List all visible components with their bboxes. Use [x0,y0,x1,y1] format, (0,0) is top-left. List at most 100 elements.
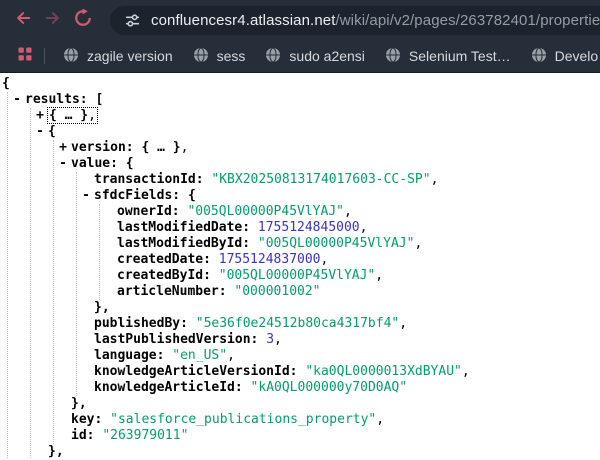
json-string-value: "salesforce_publications_property" [110,412,376,427]
bookmark-selenium-test[interactable]: Selenium Test… [375,43,521,69]
json-number-value: 3 [266,332,274,347]
json-colon: : [219,284,235,299]
bookmark-label: zagile version [87,48,173,64]
json-colon: : [94,412,110,427]
json-children: transactionId: "KBX20250813174017603-CC-… [76,172,600,396]
json-colon: : [172,188,188,203]
reload-button[interactable] [68,5,98,35]
globe-icon [531,47,547,66]
url-bar[interactable]: confluencesr4.atlassian.net/wiki/api/v2/… [110,6,600,35]
json-colon: : [251,332,267,347]
json-close-brace: }, [48,444,64,459]
json-open-brace: { [126,156,134,171]
json-line: knowledgeArticleVersionId: "ka0QL0000013… [94,364,600,380]
json-open-brace: { [48,124,56,139]
json-comma: , [431,172,439,187]
json-string-value: "en_US" [172,348,227,363]
bookmark-label: sudo a2ensi [289,48,365,64]
json-string-value: "263979011" [102,428,188,443]
json-root: {-results: [+{ … },-{+version: { … },-va… [2,76,600,459]
bookmark-sudo-a2ensi[interactable]: sudo a2ensi [255,43,375,69]
json-string-value: "KBX20250813174017603-CC-SP" [211,172,430,187]
json-key: createdById [117,268,203,283]
collapse-toggle[interactable]: - [57,156,69,172]
json-colon: : [180,316,196,331]
json-string-value: "005QL00000P45VlYAJ" [258,236,415,251]
json-line: language: "en_US", [94,348,600,364]
json-key: ownerId [117,204,172,219]
json-comma: , [88,108,96,123]
json-key: language [94,348,157,363]
collapsed-placeholder[interactable]: { … }, [141,140,188,155]
bookmark-label: sess [217,48,246,64]
json-comma: , [375,268,383,283]
json-colon: : [242,220,258,235]
json-line: createdDate: 1755124837000, [117,252,600,268]
bookmarks-separator [44,48,45,64]
globe-icon [265,47,281,66]
bookmark-develo[interactable]: Develo [521,43,600,69]
json-comma: , [321,252,329,267]
json-key: lastModifiedById [117,236,242,251]
json-number-value: 1755124845000 [258,220,360,235]
json-number-value: 1755124837000 [219,252,321,267]
json-line: lastModifiedDate: 1755124845000, [117,220,600,236]
json-line: transactionId: "KBX20250813174017603-CC-… [94,172,600,188]
json-key: knowledgeArticleVersionId [94,364,290,379]
bookmarks-bar: zagile version sess sudo a2ensi Selenium… [0,40,600,73]
json-key: key [71,412,94,427]
json-colon: : [290,364,306,379]
collapsed-placeholder[interactable]: { … }, [48,108,97,123]
json-string-value: "005QL00000P45VlYAJ" [219,268,376,283]
json-comma: , [360,220,368,235]
collapse-toggle[interactable]: - [11,92,23,108]
bookmark-sess[interactable]: sess [183,43,256,69]
json-key: publishedBy [94,316,180,331]
tune-icon[interactable] [124,12,141,29]
url-text[interactable]: confluencesr4.atlassian.net/wiki/api/v2/… [151,12,600,29]
json-key: articleNumber [117,284,219,299]
apps-grid-button[interactable] [12,43,38,69]
json-colon: : [203,252,219,267]
expand-toggle[interactable]: + [57,140,69,156]
json-close-brace: }, [71,396,87,411]
json-colon: : [196,172,212,187]
collapse-toggle[interactable]: - [34,124,46,140]
bookmark-label: Selenium Test… [409,48,511,64]
expand-toggle[interactable]: + [34,108,46,124]
json-key: lastPublishedVersion [94,332,251,347]
json-open-brace: [ [95,92,103,107]
json-colon: : [157,348,173,363]
json-key: lastModifiedDate [117,220,242,235]
json-line: lastPublishedVersion: 3, [94,332,600,348]
json-string-value: "000001002" [234,284,320,299]
globe-icon [193,47,209,66]
json-colon: : [110,156,126,171]
json-line: }, [94,300,600,316]
json-line: +{ … }, [48,108,600,124]
json-colon: : [87,428,103,443]
json-key: createdDate [117,252,203,267]
json-comma: , [344,204,352,219]
json-line: key: "salesforce_publications_property", [71,412,600,428]
json-line: -results: [ [25,92,600,108]
json-line: createdById: "005QL00000P45VlYAJ", [117,268,600,284]
back-button[interactable] [8,5,38,35]
apps-grid-icon [17,46,33,67]
json-line: }, [71,396,600,412]
json-line: -{ [48,124,600,140]
json-string-value: "ka0QL0000013XdBYAU" [305,364,462,379]
json-line: -value: { [71,156,600,172]
json-key: sfdcFields [94,188,172,203]
collapse-toggle[interactable]: - [80,188,92,204]
json-children: ownerId: "005QL00000P45VlYAJ",lastModifi… [99,204,600,300]
json-line: lastModifiedById: "005QL00000P45VlYAJ", [117,236,600,252]
json-ellipsis: { … } [49,108,88,123]
forward-button[interactable] [38,5,68,35]
json-colon: : [242,236,258,251]
json-line: knowledgeArticleId: "kA0QL000000y70D0AQ" [94,380,600,396]
json-key: results [25,92,80,107]
json-viewer: {-results: [+{ … },-{+version: { … },-va… [0,73,600,459]
bookmark-zagile-version[interactable]: zagile version [53,43,183,69]
json-key: value [71,156,110,171]
